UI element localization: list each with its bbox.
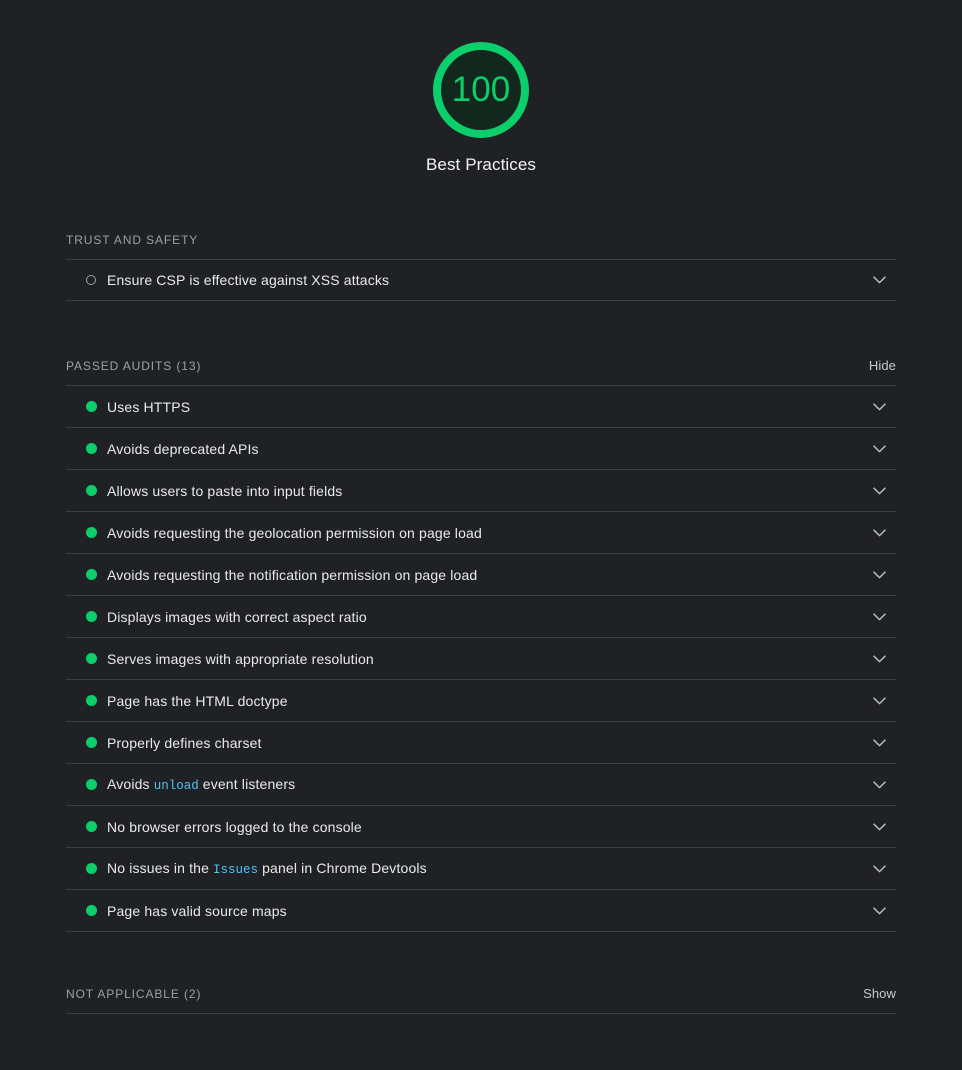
audit-row[interactable]: No issues in the Issues panel in Chrome … bbox=[66, 848, 896, 890]
passed-audits-toggle[interactable]: Hide bbox=[869, 358, 896, 373]
chevron-down-icon[interactable] bbox=[862, 906, 896, 915]
circle-filled-icon bbox=[86, 485, 97, 496]
chevron-down-icon[interactable] bbox=[862, 696, 896, 705]
chevron-down-icon[interactable] bbox=[862, 528, 896, 537]
circle-filled-icon bbox=[86, 611, 97, 622]
audit-title: Displays images with correct aspect rati… bbox=[107, 608, 367, 625]
audit-row[interactable]: Avoids unload event listeners bbox=[66, 764, 896, 806]
audit-status-bullet bbox=[86, 401, 107, 412]
audit-row[interactable]: Ensure CSP is effective against XSS atta… bbox=[66, 260, 896, 301]
audit-row[interactable]: Properly defines charset bbox=[66, 722, 896, 764]
audit-title: No issues in the Issues panel in Chrome … bbox=[107, 860, 427, 877]
audit-title: Avoids requesting the geolocation permis… bbox=[107, 524, 482, 541]
section-header-trust-and-safety: TRUST AND SAFETY bbox=[66, 233, 896, 260]
chevron-down-icon[interactable] bbox=[862, 780, 896, 789]
audit-row[interactable]: Avoids requesting the notification permi… bbox=[66, 554, 896, 596]
circle-filled-icon bbox=[86, 653, 97, 664]
audit-status-bullet bbox=[86, 569, 107, 580]
circle-filled-icon bbox=[86, 779, 97, 790]
score-gauge-container: 100 Best Practices bbox=[0, 0, 962, 175]
section-trust-and-safety: TRUST AND SAFETY Ensure CSP is effective… bbox=[66, 233, 896, 301]
chevron-down-icon[interactable] bbox=[862, 612, 896, 621]
circle-outline-icon bbox=[86, 275, 96, 285]
audit-status-bullet bbox=[86, 653, 107, 664]
chevron-down-icon[interactable] bbox=[862, 402, 896, 411]
audit-status-bullet bbox=[86, 737, 107, 748]
circle-filled-icon bbox=[86, 569, 97, 580]
audit-status-bullet bbox=[86, 905, 107, 916]
section-title: PASSED AUDITS (13) bbox=[66, 359, 202, 373]
section-title: NOT APPLICABLE (2) bbox=[66, 987, 202, 1001]
circle-filled-icon bbox=[86, 905, 97, 916]
audit-row[interactable]: No browser errors logged to the console bbox=[66, 806, 896, 848]
audit-title: Uses HTTPS bbox=[107, 398, 191, 415]
audit-status-bullet bbox=[86, 611, 107, 622]
audit-row[interactable]: Serves images with appropriate resolutio… bbox=[66, 638, 896, 680]
audit-title: Allows users to paste into input fields bbox=[107, 482, 343, 499]
chevron-down-icon[interactable] bbox=[862, 738, 896, 747]
inline-code: unload bbox=[153, 779, 199, 793]
circle-filled-icon bbox=[86, 863, 97, 874]
audit-status-bullet bbox=[86, 863, 107, 874]
passed-audit-list: Uses HTTPS Avoids deprecated APIs Allows u… bbox=[66, 386, 896, 932]
chevron-down-icon[interactable] bbox=[862, 276, 896, 284]
audit-title: Avoids unload event listeners bbox=[107, 776, 296, 793]
audit-status-bullet bbox=[86, 821, 107, 832]
chevron-down-icon[interactable] bbox=[862, 570, 896, 579]
audit-title: Ensure CSP is effective against XSS atta… bbox=[107, 272, 390, 288]
audit-status-bullet bbox=[86, 275, 107, 285]
chevron-down-icon[interactable] bbox=[862, 654, 896, 663]
trust-and-safety-audit-list: Ensure CSP is effective against XSS atta… bbox=[66, 260, 896, 301]
circle-filled-icon bbox=[86, 821, 97, 832]
section-header-not-applicable: NOT APPLICABLE (2) Show bbox=[66, 986, 896, 1014]
audit-title: Avoids requesting the notification permi… bbox=[107, 566, 478, 583]
audit-row[interactable]: Page has the HTML doctype bbox=[66, 680, 896, 722]
inline-code: Issues bbox=[213, 863, 259, 877]
audit-row[interactable]: Page has valid source maps bbox=[66, 890, 896, 932]
score-value: 100 bbox=[451, 70, 511, 109]
chevron-down-icon[interactable] bbox=[862, 486, 896, 495]
section-not-applicable: NOT APPLICABLE (2) Show bbox=[66, 986, 896, 1014]
circle-filled-icon bbox=[86, 695, 97, 706]
audit-sections: TRUST AND SAFETY Ensure CSP is effective… bbox=[0, 233, 962, 1014]
category-title: Best Practices bbox=[425, 155, 537, 174]
audit-title: Properly defines charset bbox=[107, 734, 262, 751]
best-practices-score-gauge[interactable]: 100 bbox=[432, 41, 530, 139]
circle-filled-icon bbox=[86, 737, 97, 748]
audit-row[interactable]: Avoids deprecated APIs bbox=[66, 428, 896, 470]
audit-status-bullet bbox=[86, 779, 107, 790]
audit-row[interactable]: Allows users to paste into input fields bbox=[66, 470, 896, 512]
audit-title: Page has valid source maps bbox=[107, 902, 287, 919]
audit-status-bullet bbox=[86, 527, 107, 538]
audit-status-bullet bbox=[86, 485, 107, 496]
audit-row[interactable]: Uses HTTPS bbox=[66, 386, 896, 428]
circle-filled-icon bbox=[86, 527, 97, 538]
audit-row[interactable]: Avoids requesting the geolocation permis… bbox=[66, 512, 896, 554]
not-applicable-toggle[interactable]: Show bbox=[863, 986, 896, 1001]
circle-filled-icon bbox=[86, 401, 97, 412]
audit-title: Serves images with appropriate resolutio… bbox=[107, 650, 374, 667]
lighthouse-best-practices-report: 100 Best Practices TRUST AND SAFETY Ensu… bbox=[0, 0, 962, 1070]
section-title: TRUST AND SAFETY bbox=[66, 233, 199, 247]
audit-status-bullet bbox=[86, 443, 107, 454]
chevron-down-icon[interactable] bbox=[862, 822, 896, 831]
section-header-passed-audits: PASSED AUDITS (13) Hide bbox=[66, 358, 896, 386]
audit-title: Avoids deprecated APIs bbox=[107, 440, 259, 457]
chevron-down-icon[interactable] bbox=[862, 444, 896, 453]
section-passed-audits: PASSED AUDITS (13) Hide Uses HTTPS Avoids… bbox=[66, 358, 896, 932]
audit-row[interactable]: Displays images with correct aspect rati… bbox=[66, 596, 896, 638]
circle-filled-icon bbox=[86, 443, 97, 454]
audit-title: Page has the HTML doctype bbox=[107, 692, 288, 709]
audit-title: No browser errors logged to the console bbox=[107, 818, 362, 835]
audit-status-bullet bbox=[86, 695, 107, 706]
chevron-down-icon[interactable] bbox=[862, 864, 896, 873]
